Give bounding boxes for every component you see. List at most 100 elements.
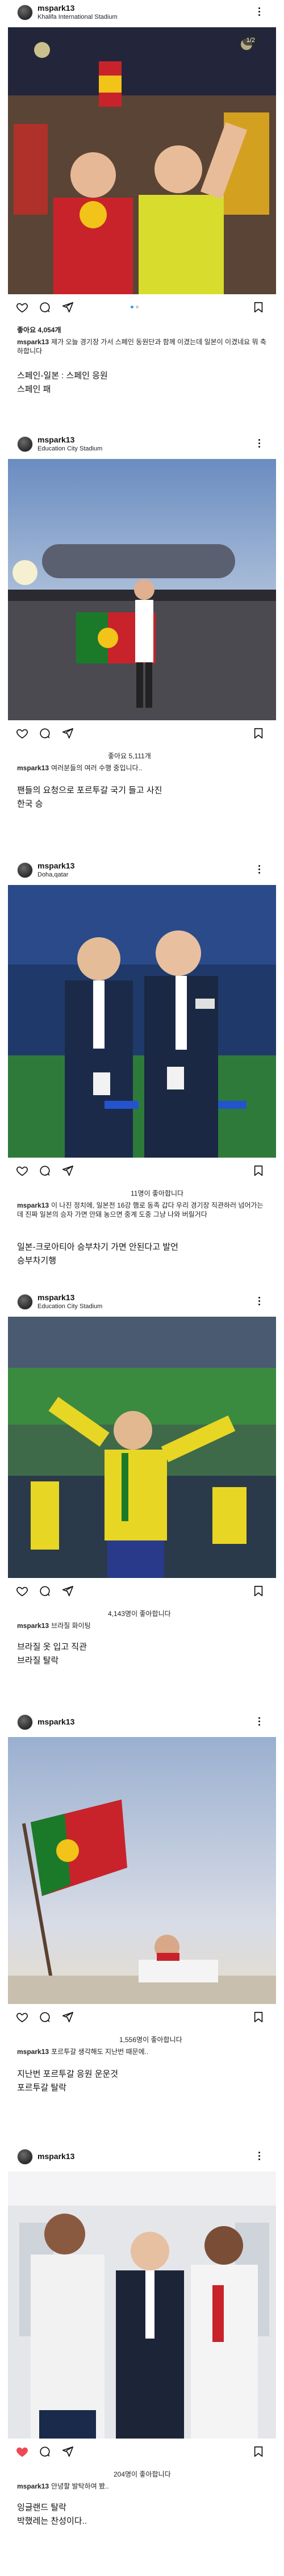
comment-line-2: 박했레는 찬성이다.. [17, 2516, 87, 2526]
heart-icon[interactable] [16, 1164, 28, 1177]
bookmark-icon[interactable] [252, 301, 265, 314]
comment-icon[interactable] [39, 1164, 51, 1177]
likes-count[interactable]: 204명이 좋아합니다 [114, 2469, 171, 2479]
paper-plane-icon[interactable] [61, 1164, 74, 1177]
comment-line-2: 포르투갈 탈락 [17, 2083, 66, 2093]
comment-icon[interactable] [39, 301, 51, 314]
username[interactable]: mspark13 [37, 1717, 74, 1726]
comment-line-1: 스페인-일본 : 스페인 응원 [17, 371, 108, 381]
username[interactable]: mspark13 [37, 861, 74, 870]
bookmark-icon[interactable] [252, 2011, 265, 2023]
post-photo[interactable] [8, 459, 276, 720]
paper-plane-icon[interactable] [61, 2445, 74, 2458]
likes-count[interactable]: 좋아요 4,054개 [17, 325, 61, 335]
more-options-icon[interactable] [253, 5, 265, 18]
username[interactable]: mspark13 [37, 3, 74, 12]
likes-count[interactable]: 1,556명이 좋아합니다 [119, 2035, 182, 2044]
photo-scene [8, 27, 276, 294]
username[interactable]: mspark13 [37, 2152, 74, 2161]
avatar[interactable] [17, 1714, 33, 1730]
paper-plane-icon[interactable] [61, 2011, 74, 2023]
heart-icon[interactable] [16, 1585, 28, 1597]
more-options-icon[interactable] [253, 1294, 265, 1308]
comment-line-1: 지난번 포르투갈 응원 운운것 [17, 2069, 119, 2079]
likes-count[interactable]: 11명이 좋아합니다 [131, 1188, 183, 1198]
caption: mspark13 브라질 화이팅 [17, 1621, 267, 1630]
post-header: mspark13 Education City Stadium [0, 432, 284, 457]
bookmark-icon[interactable] [252, 727, 265, 740]
avatar[interactable] [17, 5, 33, 20]
avatar[interactable] [17, 2149, 33, 2165]
caption-username[interactable]: mspark13 [17, 1622, 49, 1630]
photo-scene [8, 1317, 276, 1578]
carousel-dot [136, 306, 139, 308]
post-photo[interactable]: 1/2 [8, 27, 276, 294]
carousel-dot-active [131, 306, 133, 308]
caption-username[interactable]: mspark13 [17, 1201, 49, 1209]
caption-text: 이 나진 정치에, 일본전 16강 햄로 동족 갑다 우리 경기장 직관하러 넘… [17, 1201, 264, 1218]
heart-icon[interactable] [16, 2011, 28, 2023]
location[interactable]: Khalifa International Stadium [37, 14, 118, 20]
likes-count[interactable]: 좋아요 5,111개 [108, 751, 151, 761]
caption: mspark13 안녕할 발탁하여 봤.. [17, 2482, 267, 2491]
comment-icon[interactable] [39, 727, 51, 740]
caption-text: 안녕할 발탁하여 봤.. [51, 2482, 109, 2490]
caption-text: 제가 오늘 경기장 가서 스페인 동원단과 함께 이겼는데 일본이 이겼네요 뭐… [17, 338, 266, 355]
post-actions [0, 1583, 284, 1600]
bookmark-icon[interactable] [252, 1585, 265, 1597]
bookmark-icon[interactable] [252, 1164, 265, 1177]
post-photo[interactable] [8, 1317, 276, 1578]
comment-line-2: 브라질 탈락 [17, 1656, 59, 1665]
post-2: mspark13 Education City Stadium 좋아요 5,11… [0, 432, 284, 863]
comment-line-1: 잉글랜드 탈락 [17, 2503, 66, 2512]
comment-line-2: 스페인 패 [17, 385, 51, 394]
post-header: mspark13 [0, 1710, 284, 1735]
avatar[interactable] [17, 436, 33, 452]
paper-plane-icon[interactable] [61, 727, 74, 740]
comment-icon[interactable] [39, 2011, 51, 2023]
username[interactable]: mspark13 [37, 1293, 74, 1302]
post-header: mspark13 Doha,qatar [0, 858, 284, 883]
heart-icon[interactable] [16, 301, 28, 314]
comment-line-1: 일본-크로아티아 승부차기 가면 안된다고 발언 [17, 1242, 178, 1252]
more-options-icon[interactable] [253, 862, 265, 876]
post-photo[interactable] [8, 2172, 276, 2439]
photo-scene [8, 1737, 276, 2004]
likes-count[interactable]: 4,143명이 좋아합니다 [108, 1609, 171, 1618]
paper-plane-icon[interactable] [61, 301, 74, 314]
comment-line-2: 한국 승 [17, 799, 43, 809]
post-header: mspark13 Khalifa International Stadium [0, 0, 284, 25]
post-actions [0, 2443, 284, 2460]
photo-scene [8, 2172, 276, 2439]
caption-username[interactable]: mspark13 [17, 2048, 49, 2056]
caption-username[interactable]: mspark13 [17, 764, 49, 772]
post-4: mspark13 Education City Stadium 4,143명이 … [0, 1289, 284, 1715]
more-options-icon[interactable] [253, 1714, 265, 1728]
location[interactable]: Education City Stadium [37, 445, 102, 452]
bookmark-icon[interactable] [252, 2445, 265, 2458]
caption-text: 여러분들의 여러 수행 중입니다.. [51, 764, 143, 772]
paper-plane-icon[interactable] [61, 1585, 74, 1597]
caption-username[interactable]: mspark13 [17, 338, 49, 346]
caption-text: 브라질 화이팅 [51, 1622, 91, 1630]
more-options-icon[interactable] [253, 2149, 265, 2162]
post-6: mspark13 204명이 좋아합니다 mspark13 안녕할 발탁하여 봤.… [0, 2144, 284, 2576]
comment-icon[interactable] [39, 2445, 51, 2458]
avatar[interactable] [17, 1294, 33, 1310]
post-photo[interactable] [8, 885, 276, 1158]
heart-icon[interactable] [16, 727, 28, 740]
more-options-icon[interactable] [253, 436, 265, 450]
caption-username[interactable]: mspark13 [17, 2482, 49, 2490]
comment-icon[interactable] [39, 1585, 51, 1597]
location[interactable]: Doha,qatar [37, 871, 68, 878]
comment-line-1: 팬들의 요청으로 포르투갈 국기 들고 사진 [17, 786, 162, 795]
heart-icon[interactable] [16, 2445, 28, 2458]
carousel-counter: 1/2 [242, 35, 259, 45]
avatar[interactable] [17, 862, 33, 878]
caption: mspark13 이 나진 정치에, 일본전 16강 햄로 동족 갑다 우리 경기… [17, 1201, 267, 1219]
location[interactable]: Education City Stadium [37, 1303, 102, 1310]
post-actions [0, 725, 284, 742]
post-photo[interactable] [8, 1737, 276, 2004]
username[interactable]: mspark13 [37, 435, 74, 444]
post-header: mspark13 [0, 2144, 284, 2169]
